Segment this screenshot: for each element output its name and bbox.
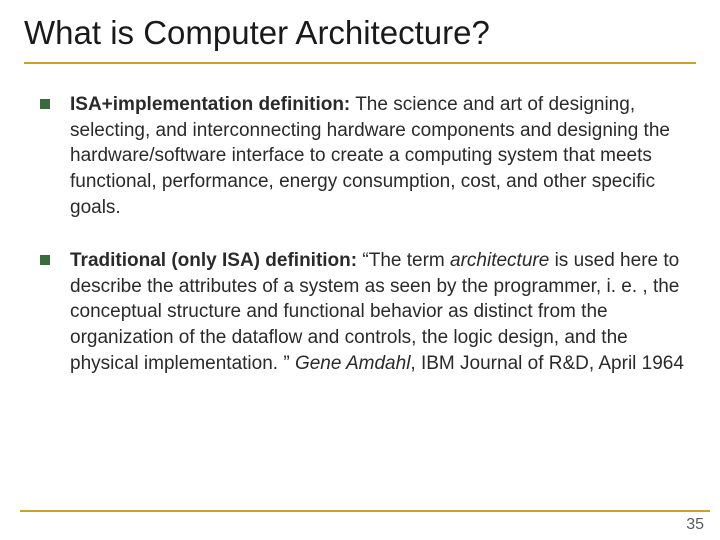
bullet-item: ISA+implementation definition: The scien…	[40, 92, 684, 220]
bullet-item: Traditional (only ISA) definition: “The …	[40, 248, 684, 376]
bullet-icon	[40, 255, 50, 265]
slide-content: ISA+implementation definition: The scien…	[24, 92, 696, 376]
divider-bottom	[20, 510, 710, 513]
bullet-arch: architecture	[450, 250, 549, 271]
bullet-author: Gene Amdahl	[295, 353, 410, 374]
bullet-lead: Traditional (only ISA) definition:	[70, 250, 357, 271]
page-number: 35	[686, 516, 704, 534]
bullet-tail: , IBM Journal of R&D, April 1964	[410, 353, 684, 374]
bullet-lead: ISA+implementation definition:	[70, 94, 350, 115]
bullet-text: ISA+implementation definition: The scien…	[70, 92, 684, 220]
slide-title: What is Computer Architecture?	[24, 14, 696, 64]
slide: What is Computer Architecture? ISA+imple…	[0, 0, 720, 540]
bullet-text: Traditional (only ISA) definition: “The …	[70, 248, 684, 376]
bullet-q1: “The term	[357, 250, 450, 271]
bullet-icon	[40, 99, 50, 109]
